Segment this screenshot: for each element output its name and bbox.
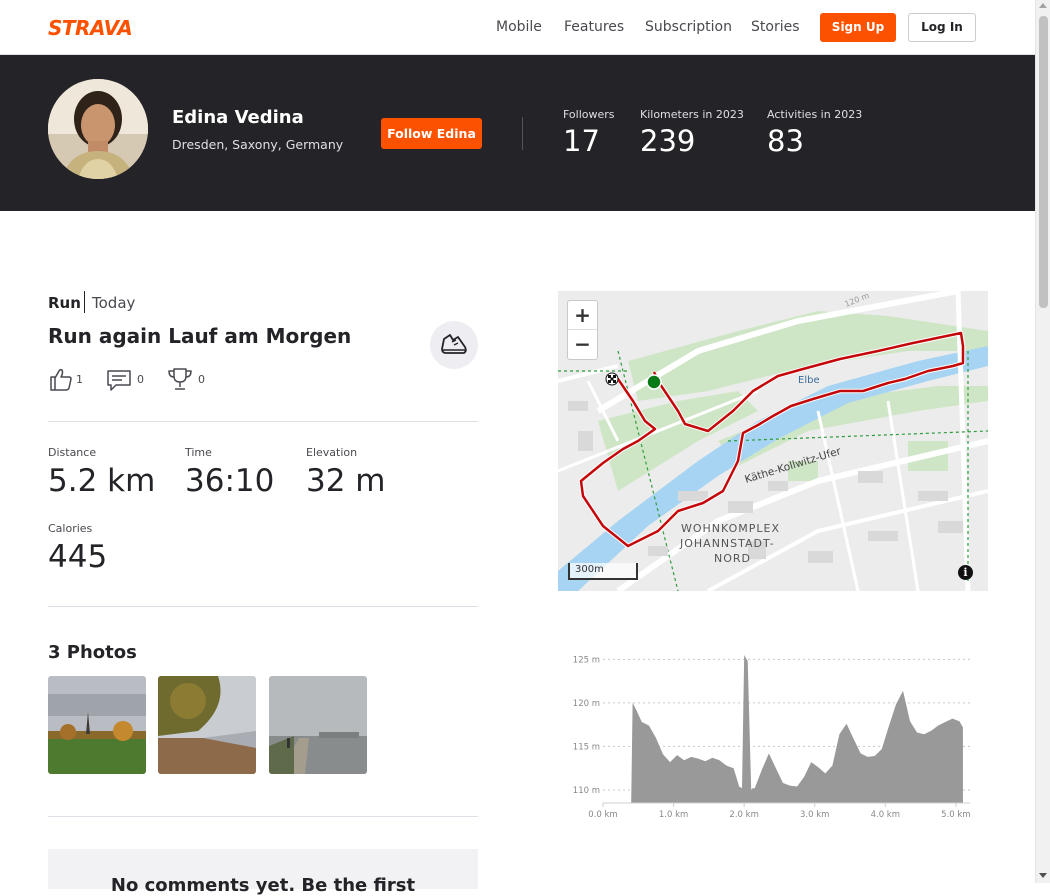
comments-empty-text: No comments yet. Be the first (110, 875, 416, 896)
map-zoom-control: + − (567, 300, 598, 360)
metric-calories: Calories 445 (48, 522, 107, 575)
nav-link-mobile[interactable]: Mobile (496, 19, 542, 35)
scroll-down-arrow-icon[interactable] (1039, 873, 1047, 878)
map-label-district-1: WOHNKOMPLEX (681, 522, 780, 535)
avatar[interactable] (48, 79, 148, 179)
nav-link-features[interactable]: Features (564, 19, 624, 35)
info-icon[interactable]: i (958, 565, 973, 580)
elevation-chart-svg: 110 m 115 m 120 m 125 m 0.0 km 1.0 km 2.0 km 3.… (573, 655, 971, 820)
strava-logo[interactable]: STRAVA (48, 16, 133, 40)
photo-thumbnail[interactable] (269, 676, 367, 774)
elevation-chart: 110 m 115 m 120 m 125 m 0.0 km 1.0 km 2.0 km 3.… (560, 645, 980, 830)
metric-value: 32 m (306, 463, 386, 499)
metric-label: Distance (48, 446, 97, 459)
kudos-button[interactable]: 1 (48, 366, 88, 394)
activity-title: Run again Lauf am Morgen (48, 324, 352, 348)
signup-button[interactable]: Sign Up (820, 13, 896, 42)
nav-link-subscription[interactable]: Subscription (645, 19, 732, 35)
photo-thumbnail[interactable] (48, 676, 146, 774)
y-tick-label: 110 m (573, 786, 600, 796)
stat-followers[interactable]: Followers 17 (563, 108, 615, 158)
metric-label: Calories (48, 522, 93, 535)
kudos-count: 1 (76, 373, 83, 386)
metric-value: 36:10 (185, 463, 275, 499)
start-marker-icon (646, 374, 662, 390)
nav-link-stories[interactable]: Stories (751, 19, 800, 35)
top-nav: STRAVA Mobile Features Subscription Stor… (0, 0, 1035, 55)
stat-value: 83 (767, 124, 804, 158)
activity-date: Today (92, 294, 136, 312)
zoom-in-button[interactable]: + (568, 301, 597, 330)
zoom-out-button[interactable]: − (568, 330, 597, 359)
metric-label: Elevation (306, 446, 358, 459)
thumbs-up-icon (50, 368, 72, 391)
stat-activities: Activities in 2023 83 (767, 108, 862, 158)
metric-label: Time (185, 446, 212, 459)
header-divider (522, 117, 523, 150)
x-tick-label: 4.0 km (871, 810, 900, 820)
achievement-count: 0 (198, 373, 205, 386)
comment-icon (107, 370, 131, 391)
shoe-button[interactable] (430, 321, 478, 369)
athlete-location: Dresden, Saxony, Germany (172, 137, 344, 152)
map-label-district-3: NORD (714, 552, 751, 565)
athlete-name: Edina Vedina (172, 107, 304, 128)
running-shoe-icon (441, 334, 467, 354)
metric-elevation: Elevation 32 m (306, 446, 386, 499)
comment-count: 0 (137, 373, 144, 386)
scroll-thumb[interactable] (1039, 16, 1048, 308)
scroll-up-arrow-icon[interactable] (1039, 3, 1047, 8)
x-tick-label: 1.0 km (659, 810, 688, 820)
comment-button[interactable]: 0 (106, 366, 148, 394)
stat-kilometers: Kilometers in 2023 239 (640, 108, 744, 158)
divider (48, 606, 478, 607)
map-canvas[interactable]: Elbe Käthe-Kollwitz-Ufer WOHNKOMPLEX JOH… (558, 291, 988, 591)
comments-box: No comments yet. Be the first (48, 849, 478, 896)
route-map[interactable]: Elbe Käthe-Kollwitz-Ufer WOHNKOMPLEX JOH… (558, 291, 988, 591)
x-tick-label: 3.0 km (800, 810, 829, 820)
y-tick-label: 125 m (573, 655, 600, 665)
divider (48, 816, 478, 817)
metric-value: 5.2 km (48, 463, 156, 499)
map-label-district-2: JOHANNSTADT- (679, 537, 775, 550)
metric-value: 445 (48, 539, 108, 575)
y-tick-label: 115 m (573, 742, 600, 752)
stat-label: Kilometers in 2023 (640, 108, 744, 121)
x-tick-label: 2.0 km (729, 810, 758, 820)
photos-heading: 3 Photos (48, 642, 137, 663)
metric-distance: Distance 5.2 km (48, 446, 155, 499)
metric-time: Time 36:10 (185, 446, 274, 499)
activity-type-divider (84, 291, 85, 313)
stat-label: Followers (563, 108, 615, 121)
stat-value: 17 (563, 124, 600, 158)
stat-label: Activities in 2023 (767, 108, 863, 121)
map-scale-bar: 300m (568, 563, 638, 580)
achievements-button[interactable]: 0 (167, 366, 209, 394)
follow-button[interactable]: Follow Edina (381, 118, 482, 149)
stat-value: 239 (640, 124, 696, 158)
x-tick-label: 5.0 km (941, 810, 970, 820)
page-scrollbar[interactable] (1035, 0, 1050, 883)
athlete-header: Edina Vedina Dresden, Saxony, Germany Fo… (0, 55, 1035, 211)
activity-type: Run (48, 294, 81, 312)
y-tick-label: 120 m (573, 699, 600, 709)
finish-flag-icon (605, 372, 619, 386)
login-button[interactable]: Log In (908, 13, 976, 42)
trophy-icon (168, 368, 192, 390)
x-tick-label: 0.0 km (588, 810, 617, 820)
elevation-area (631, 655, 963, 803)
divider (48, 421, 478, 422)
map-label-river: Elbe (798, 375, 820, 386)
photo-thumbnail[interactable] (158, 676, 256, 774)
